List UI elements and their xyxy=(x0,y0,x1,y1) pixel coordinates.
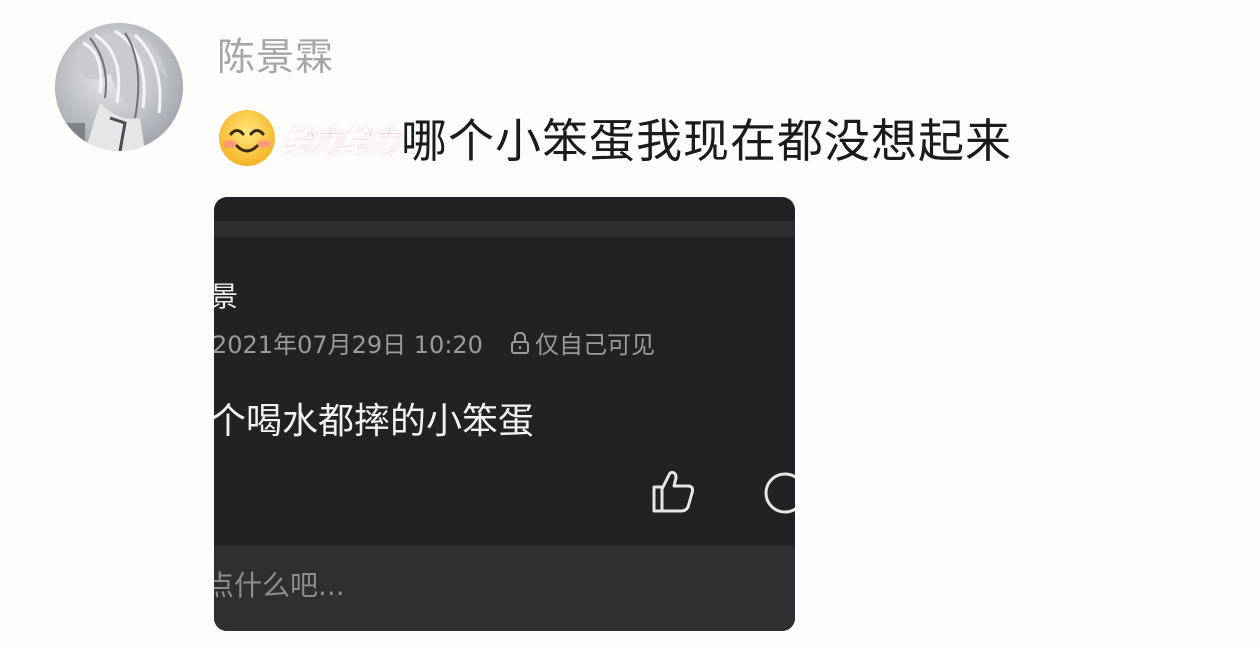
screenshot-date: 2021年07月29日 10:20 xyxy=(214,331,483,359)
thumbs-up-icon xyxy=(650,467,696,515)
screenshot-meta: 2021年07月29日 10:20 仅自己可见 xyxy=(214,325,655,360)
sticker-gelipower: 给力给力 xyxy=(280,124,402,160)
attached-screenshot[interactable]: 景 2021年07月29日 10:20 仅自己可见 个喝水都摔的小笨蛋 点什么吧… xyxy=(214,197,795,631)
comment-content: 给力给力 哪个小笨蛋我现在都没想起来 xyxy=(215,106,1012,170)
screenshot-body-text: 个喝水都摔的小笨蛋 xyxy=(214,401,535,442)
screenshot-comment-placeholder: 点什么吧... xyxy=(214,569,345,602)
lock-icon xyxy=(509,331,531,355)
screenshot-privacy: 仅自己可见 xyxy=(534,331,655,359)
avatar[interactable] xyxy=(55,23,183,151)
comment-item: 陈景霖 给力给力 哪个小笨蛋我现在都没想起来 景 2021年07月29日 10:… xyxy=(0,0,1260,646)
comment-text: 哪个小笨蛋我现在都没想起来 xyxy=(401,114,1012,168)
smiling-face-emoji-icon xyxy=(215,106,279,170)
screenshot-author-name: 景 xyxy=(214,280,239,313)
screenshot-top-bar xyxy=(214,221,795,237)
username[interactable]: 陈景霖 xyxy=(217,31,334,83)
screenshot-comment-bar: 点什么吧... xyxy=(214,546,795,631)
comment-icon xyxy=(762,470,795,516)
